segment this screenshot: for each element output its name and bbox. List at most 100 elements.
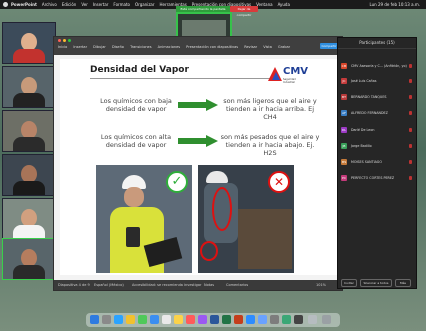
menu-ventana[interactable]: Ventana <box>256 0 272 9</box>
menu-edicion[interactable]: Edición <box>62 0 76 9</box>
menubar-clock[interactable]: Lun 29 de feb 10:13 a.m. <box>369 0 420 9</box>
slide-counter: Diapositiva 4 de 9 <box>58 283 90 287</box>
podcasts-icon[interactable] <box>198 315 207 324</box>
video-tile-active-speaker[interactable] <box>2 238 56 280</box>
excel-icon[interactable] <box>222 315 231 324</box>
notes-icon[interactable] <box>174 315 183 324</box>
notes-button[interactable]: Notas <box>204 280 214 290</box>
row1-left-text: Los químicos con baja densidad de vapor <box>100 97 172 113</box>
menu-formato[interactable]: Formato <box>113 0 130 9</box>
tab-animaciones[interactable]: Animaciones <box>158 45 180 49</box>
participant-row[interactable]: AF ALFREDO FERNANDEZ <box>338 107 416 119</box>
participant-name: Darlé De Leon <box>351 128 375 132</box>
tab-dibujar[interactable]: Dibujar <box>93 45 106 49</box>
comments-button[interactable]: Comentarios <box>226 280 248 290</box>
avatar: JB <box>341 143 347 149</box>
mic-muted-icon[interactable] <box>409 160 412 164</box>
mute-all-button[interactable]: Silenciar a todos <box>360 279 392 287</box>
zoom-level[interactable]: 101% <box>316 280 326 290</box>
word-icon[interactable] <box>210 315 219 324</box>
settings-icon[interactable] <box>270 315 279 324</box>
trash-icon[interactable] <box>322 315 331 324</box>
mic-muted-icon[interactable] <box>409 95 412 99</box>
participant-body <box>13 137 45 151</box>
video-tile[interactable] <box>2 154 56 196</box>
finder-icon[interactable] <box>90 315 99 324</box>
tab-presentacion[interactable]: Presentación con diapositivas <box>186 45 238 49</box>
participant-name: Jorge Badillo <box>351 144 372 148</box>
terminal-icon[interactable] <box>294 315 303 324</box>
slide-canvas: Densidad del Vapor CMV Seguridad Industr… <box>60 59 338 275</box>
checkmark-icon: ✓ <box>166 171 188 193</box>
logo-text: CMV <box>283 66 309 77</box>
chrome-icon[interactable] <box>126 315 135 324</box>
participant-row[interactable]: JB Jorge Badillo <box>338 140 416 152</box>
tab-revisar[interactable]: Revisar <box>244 45 257 49</box>
accessibility-status[interactable]: Accesibilidad: se recomienda investigar <box>132 280 201 290</box>
facetime-icon[interactable] <box>282 315 291 324</box>
participant-row[interactable]: DL Darlé De Leon <box>338 124 416 136</box>
video-tile[interactable] <box>2 110 56 152</box>
mic-muted-icon[interactable] <box>409 79 412 83</box>
music-icon[interactable] <box>186 315 195 324</box>
mic-muted-icon[interactable] <box>409 144 412 148</box>
tab-inicio[interactable]: Inicio <box>58 45 67 49</box>
messages-icon[interactable] <box>138 315 147 324</box>
powerpoint-icon[interactable] <box>234 315 243 324</box>
tab-insertar[interactable]: Insertar <box>73 45 87 49</box>
avatar: AF <box>341 110 347 116</box>
powerpoint-window: Inicio Insertar Dibujar Diseño Transicio… <box>53 36 343 291</box>
participant-row[interactable]: JC José Luis Cañas <box>338 75 416 87</box>
maximize-window-icon[interactable] <box>68 39 71 42</box>
menu-ayuda[interactable]: Ayuda <box>278 0 290 9</box>
menu-archivo[interactable]: Archivo <box>42 0 57 9</box>
participant-body <box>13 181 45 195</box>
mic-muted-icon[interactable] <box>409 128 412 132</box>
video-tile[interactable] <box>2 22 56 64</box>
avatar: MS <box>341 159 347 165</box>
participant-row[interactable]: PC PERFECTO CORTES PEREZ <box>338 172 416 184</box>
mic-muted-icon[interactable] <box>409 64 412 68</box>
mic-muted-icon[interactable] <box>409 111 412 115</box>
mail-icon[interactable] <box>150 315 159 324</box>
stop-share-button[interactable]: Dejar de compartir <box>230 6 258 17</box>
tab-vista[interactable]: Vista <box>263 45 272 49</box>
close-window-icon[interactable] <box>58 39 61 42</box>
safari-icon[interactable] <box>114 315 123 324</box>
mic-muted-icon[interactable] <box>409 176 412 180</box>
machinery <box>238 209 292 269</box>
appstore-icon[interactable] <box>258 315 267 324</box>
video-tile[interactable] <box>2 198 56 240</box>
menu-organizar[interactable]: Organizar <box>135 0 155 9</box>
participant-row[interactable]: CM CMV Asesoría y C... (Anfitrión, yo) <box>338 60 416 72</box>
apple-icon[interactable] <box>3 2 8 7</box>
avatar: CM <box>341 63 347 69</box>
menu-insertar[interactable]: Insertar <box>93 0 109 9</box>
app-name[interactable]: PowerPoint <box>11 0 37 9</box>
avatar: BT <box>341 94 347 100</box>
title-underline <box>90 78 270 79</box>
tab-transiciones[interactable]: Transiciones <box>130 45 151 49</box>
participant-name: MOISES SANTIAGO <box>351 160 382 164</box>
launchpad-icon[interactable] <box>102 315 111 324</box>
invite-button[interactable]: Invitar <box>341 279 357 287</box>
calendar-icon[interactable] <box>162 315 171 324</box>
avatar: JC <box>341 78 347 84</box>
worker-photo-gas-detector: ✓ <box>96 165 192 273</box>
avatar: PC <box>341 175 347 181</box>
participants-panel: Participantes (15) CM CMV Asesoría y C..… <box>337 37 417 289</box>
tab-diseno[interactable]: Diseño <box>112 45 124 49</box>
participant-row[interactable]: MS MOISES SANTIAGO <box>338 156 416 168</box>
minimize-window-icon[interactable] <box>63 39 66 42</box>
participant-row[interactable]: BT BERNARDO TANQUES <box>338 91 416 103</box>
downloads-icon[interactable] <box>308 315 317 324</box>
video-tile[interactable] <box>2 66 56 108</box>
share-button[interactable]: Compartir <box>320 43 338 49</box>
zoom-icon[interactable] <box>246 315 255 324</box>
menu-ver[interactable]: Ver <box>81 0 88 9</box>
more-button[interactable]: Más <box>395 279 411 287</box>
language-indicator[interactable]: Español (México) <box>94 280 124 290</box>
worker-photo-confined-space: ✕ <box>198 165 294 273</box>
tab-grabar[interactable]: Grabar <box>278 45 290 49</box>
participant-body <box>13 265 45 279</box>
